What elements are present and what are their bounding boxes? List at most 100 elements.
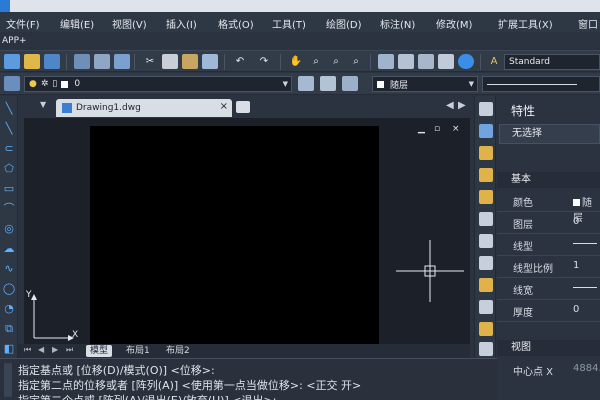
next-layout-icon[interactable]: ▶ [52,345,58,354]
selection-dropdown[interactable]: 无选择 [499,124,600,144]
plot-preview-icon[interactable] [94,54,110,69]
undo-icon[interactable]: ↶ [232,54,248,69]
viewport-area [90,126,379,344]
tab-scroll-right-icon[interactable]: ▶ [458,100,466,111]
tab-list-chevron-icon[interactable]: ▼ [40,100,46,109]
color-swatch [573,199,580,206]
spline-icon[interactable]: ∿ [2,262,16,276]
menu-modify[interactable]: 修改(M) [436,16,472,31]
drawing-canvas[interactable]: ▁ ▫ × Y X [24,118,470,344]
menu-draw[interactable]: 绘图(D) [326,16,362,31]
cut-icon[interactable]: ✂ [142,54,158,69]
help-icon[interactable] [458,54,474,69]
minimize-icon[interactable]: ▁ [418,124,425,134]
make-object-layer-current-icon[interactable] [298,76,314,91]
tab-scroll-left-icon[interactable]: ◀ [446,100,454,111]
insert-block-icon[interactable]: ⧉ [2,322,16,336]
property-row-lineweight[interactable]: 线宽 [497,278,600,300]
stretch-icon[interactable] [479,278,493,292]
line-icon[interactable]: ╲ [2,102,16,116]
section-basic[interactable]: 基本 [497,172,600,188]
move-icon[interactable] [479,212,493,226]
menu-file[interactable]: 文件(F) [6,16,40,31]
linetype-select[interactable] [482,76,600,92]
extend-icon[interactable] [479,322,493,336]
ellipse-arc-icon[interactable]: ◔ [2,302,16,316]
property-row-thickness[interactable]: 厚度 0 [497,300,600,322]
rotate-icon[interactable] [479,234,493,248]
arc-icon[interactable]: ⌒ [2,202,16,216]
property-row-linetype-scale[interactable]: 线型比例 1 [497,256,600,278]
text-style-icon[interactable]: A [486,54,502,69]
make-block-icon[interactable]: ◧ [2,342,16,356]
break-icon[interactable] [479,342,493,356]
prev-layout-icon[interactable]: ◀ [38,345,44,354]
array-icon[interactable] [479,190,493,204]
layer-previous-icon[interactable] [320,76,336,91]
layer-states-icon[interactable] [342,76,358,91]
publish-icon[interactable] [114,54,130,69]
color-select[interactable]: 随层 ▼ [372,76,478,92]
tab-model[interactable]: 模型 [86,345,113,357]
open-folder-icon[interactable] [24,54,40,69]
last-layout-icon[interactable]: ⏭ [66,345,73,355]
copy-icon[interactable] [162,54,178,69]
zoom-previous-icon[interactable]: ⌕ [348,54,364,69]
new-tab-icon[interactable] [236,101,250,113]
restore-icon[interactable]: ▫ [434,124,440,134]
command-line[interactable]: 指定基点或 [位移(D)/模式(O)] <位移>: 指定第二点的位移或者 [阵列… [0,358,497,400]
polyline-icon[interactable]: ⊂ [2,142,16,156]
command-line-grip[interactable] [4,363,12,397]
zoom-window-icon[interactable]: ⌕ [328,54,344,69]
construction-line-icon[interactable]: ╲ [2,122,16,136]
property-row-color[interactable]: 颜色 随层 [497,190,600,224]
pan-hand-icon[interactable]: ✋ [288,54,304,69]
rectangle-icon[interactable]: ▭ [2,182,16,196]
property-row-linetype[interactable]: 线型 [497,234,600,256]
tool-palette-icon[interactable] [418,54,434,69]
menu-tools[interactable]: 工具(T) [272,16,306,31]
tab-layout2[interactable]: 布局2 [162,345,194,357]
save-icon[interactable] [44,54,60,69]
menu-dimension[interactable]: 标注(N) [380,16,415,31]
property-row-layer[interactable]: 图层 0 [497,212,600,234]
design-center-icon[interactable] [398,54,414,69]
tab-layout1[interactable]: 布局1 [122,345,154,357]
print-icon[interactable] [74,54,90,69]
menu-insert[interactable]: 插入(I) [166,16,197,31]
menu-window[interactable]: 窗口 [578,16,598,31]
menu-edit[interactable]: 编辑(E) [60,16,94,31]
tab-drawing1[interactable]: Drawing1.dwg × [56,99,232,117]
properties-icon[interactable] [378,54,394,69]
redo-icon[interactable]: ↷ [256,54,272,69]
paste-icon[interactable] [182,54,198,69]
menu-view[interactable]: 视图(V) [112,16,147,31]
first-layout-icon[interactable]: ⏮ [24,345,31,355]
close-viewport-icon[interactable]: × [452,124,460,134]
mirror-icon[interactable] [479,146,493,160]
match-properties-icon[interactable] [202,54,218,69]
menu-format[interactable]: 格式(O) [218,16,254,31]
app-plus-menu[interactable]: APP+ [2,36,27,46]
layer-manager-icon[interactable] [4,76,20,91]
property-value: 1 [573,260,580,271]
trim-icon[interactable] [479,300,493,314]
zoom-realtime-icon[interactable]: ⌕ [308,54,324,69]
close-tab-icon[interactable]: × [220,101,228,112]
ellipse-icon[interactable]: ◯ [2,282,16,296]
erase-icon[interactable] [479,102,493,116]
command-history-line-1: 指定基点或 [位移(D)/模式(O)] <位移>: [18,364,215,377]
revision-cloud-icon[interactable]: ☁ [2,242,16,256]
circle-icon[interactable]: ◎ [2,222,16,236]
section-view[interactable]: 视图 [497,340,600,356]
menu-extend-tools[interactable]: 扩展工具(X) [498,16,553,31]
offset-icon[interactable] [479,168,493,182]
new-file-icon[interactable] [4,54,20,69]
copy-object-icon[interactable] [479,124,493,138]
calculator-icon[interactable] [438,54,454,69]
scale-icon[interactable] [479,256,493,270]
layer-select[interactable]: ● ✲ ▯ 0 ▼ [24,76,292,92]
text-style-select[interactable]: Standard [504,54,600,70]
polygon-icon[interactable]: ⬠ [2,162,16,176]
property-row-center-x[interactable]: 中心点 X 4884. [497,360,600,380]
